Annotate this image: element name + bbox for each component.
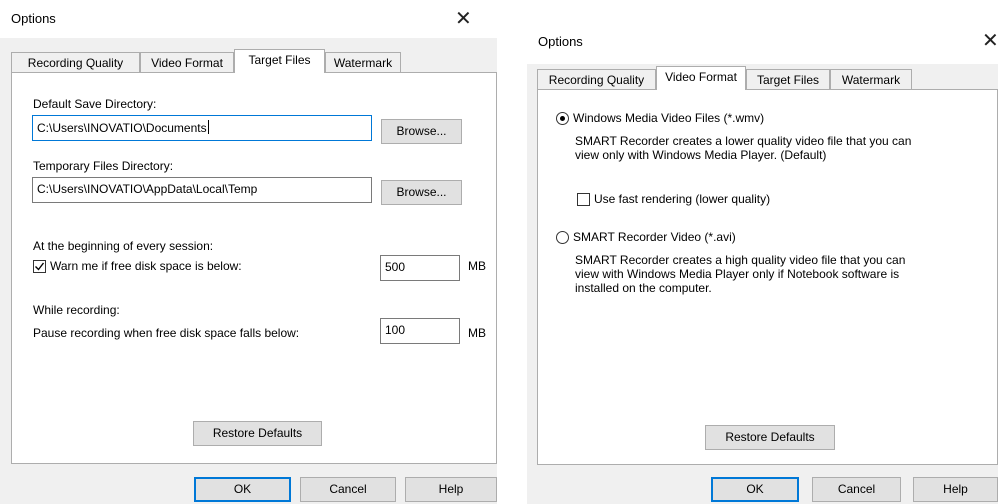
title-bar: Options ✕: [0, 0, 497, 38]
default-save-directory-label: Default Save Directory:: [33, 97, 157, 111]
warn-disk-space-label: Warn me if free disk space is below:: [50, 259, 242, 273]
while-recording-label: While recording:: [33, 303, 120, 317]
close-icon[interactable]: ✕: [455, 9, 472, 29]
dialog-button-bar: OK Cancel Help: [527, 474, 998, 504]
pause-recording-input[interactable]: 100: [380, 318, 460, 344]
tab-recording-quality[interactable]: Recording Quality: [537, 69, 656, 90]
fast-rendering-label: Use fast rendering (lower quality): [594, 192, 771, 206]
default-save-directory-value: C:\Users\INOVATIO\Documents: [37, 121, 207, 135]
wmv-description-line: SMART Recorder creates a lower quality v…: [575, 134, 912, 148]
avi-description-line: SMART Recorder creates a high quality vi…: [575, 253, 906, 267]
checkmark-icon: [35, 262, 45, 271]
wmv-radio[interactable]: [556, 112, 569, 125]
browse-save-button[interactable]: Browse...: [381, 119, 462, 144]
pause-recording-label: Pause recording when free disk space fal…: [33, 326, 300, 340]
options-dialog-target-files: Options ✕ Recording Quality Video Format…: [0, 0, 497, 504]
wmv-description: SMART Recorder creates a lower quality v…: [575, 134, 911, 162]
tab-target-files[interactable]: Target Files: [234, 49, 325, 73]
restore-defaults-button[interactable]: Restore Defaults: [193, 421, 322, 446]
tab-video-format[interactable]: Video Format: [140, 52, 234, 73]
help-button[interactable]: Help: [913, 477, 998, 502]
cancel-button[interactable]: Cancel: [812, 477, 901, 502]
options-dialog-video-format: Options ✕ Recording Quality Video Format…: [527, 20, 998, 504]
avi-label: SMART Recorder Video (*.avi): [573, 230, 736, 244]
dialog-title: Options: [538, 34, 583, 49]
ok-button[interactable]: OK: [194, 477, 291, 502]
tab-watermark[interactable]: Watermark: [325, 52, 401, 73]
warn-disk-space-checkbox[interactable]: [33, 260, 46, 273]
help-button[interactable]: Help: [405, 477, 497, 502]
tab-panel: Default Save Directory: C:\Users\INOVATI…: [11, 72, 497, 464]
cancel-button[interactable]: Cancel: [300, 477, 396, 502]
radio-selected-dot: [560, 116, 565, 121]
dialog-title: Options: [11, 11, 56, 26]
title-bar: Options ✕: [527, 20, 998, 64]
avi-description-line: view with Windows Media Player only if N…: [575, 267, 900, 281]
tab-target-files[interactable]: Target Files: [746, 69, 830, 90]
wmv-label: Windows Media Video Files (*.wmv): [573, 111, 765, 125]
fast-rendering-checkbox[interactable]: [577, 193, 590, 206]
wmv-description-line: view only with Windows Media Player. (De…: [575, 148, 827, 162]
avi-description-line: installed on the computer.: [575, 281, 712, 295]
temporary-files-directory-label: Temporary Files Directory:: [33, 159, 174, 173]
warn-disk-space-value: 500: [385, 260, 406, 274]
restore-defaults-button[interactable]: Restore Defaults: [705, 425, 835, 450]
session-label: At the beginning of every session:: [33, 239, 214, 253]
close-icon[interactable]: ✕: [982, 31, 998, 51]
warn-unit-label: MB: [468, 259, 486, 273]
temporary-files-directory-input[interactable]: C:\Users\INOVATIO\AppData\Local\Temp: [32, 177, 372, 203]
temporary-files-directory-value: C:\Users\INOVATIO\AppData\Local\Temp: [37, 182, 258, 196]
tab-video-format[interactable]: Video Format: [656, 66, 746, 90]
dialog-button-bar: OK Cancel Help: [0, 474, 497, 504]
pause-unit-label: MB: [468, 326, 486, 340]
tab-watermark[interactable]: Watermark: [830, 69, 912, 90]
avi-radio[interactable]: [556, 231, 569, 244]
tab-recording-quality[interactable]: Recording Quality: [11, 52, 140, 73]
avi-description: SMART Recorder creates a high quality vi…: [575, 253, 905, 295]
default-save-directory-input[interactable]: C:\Users\INOVATIO\Documents: [32, 115, 372, 141]
pause-recording-value: 100: [385, 323, 406, 337]
browse-temp-button[interactable]: Browse...: [381, 180, 462, 205]
ok-button[interactable]: OK: [711, 477, 799, 502]
text-caret: [207, 120, 209, 134]
tab-panel: Windows Media Video Files (*.wmv) SMART …: [537, 89, 998, 465]
warn-disk-space-input[interactable]: 500: [380, 255, 460, 281]
